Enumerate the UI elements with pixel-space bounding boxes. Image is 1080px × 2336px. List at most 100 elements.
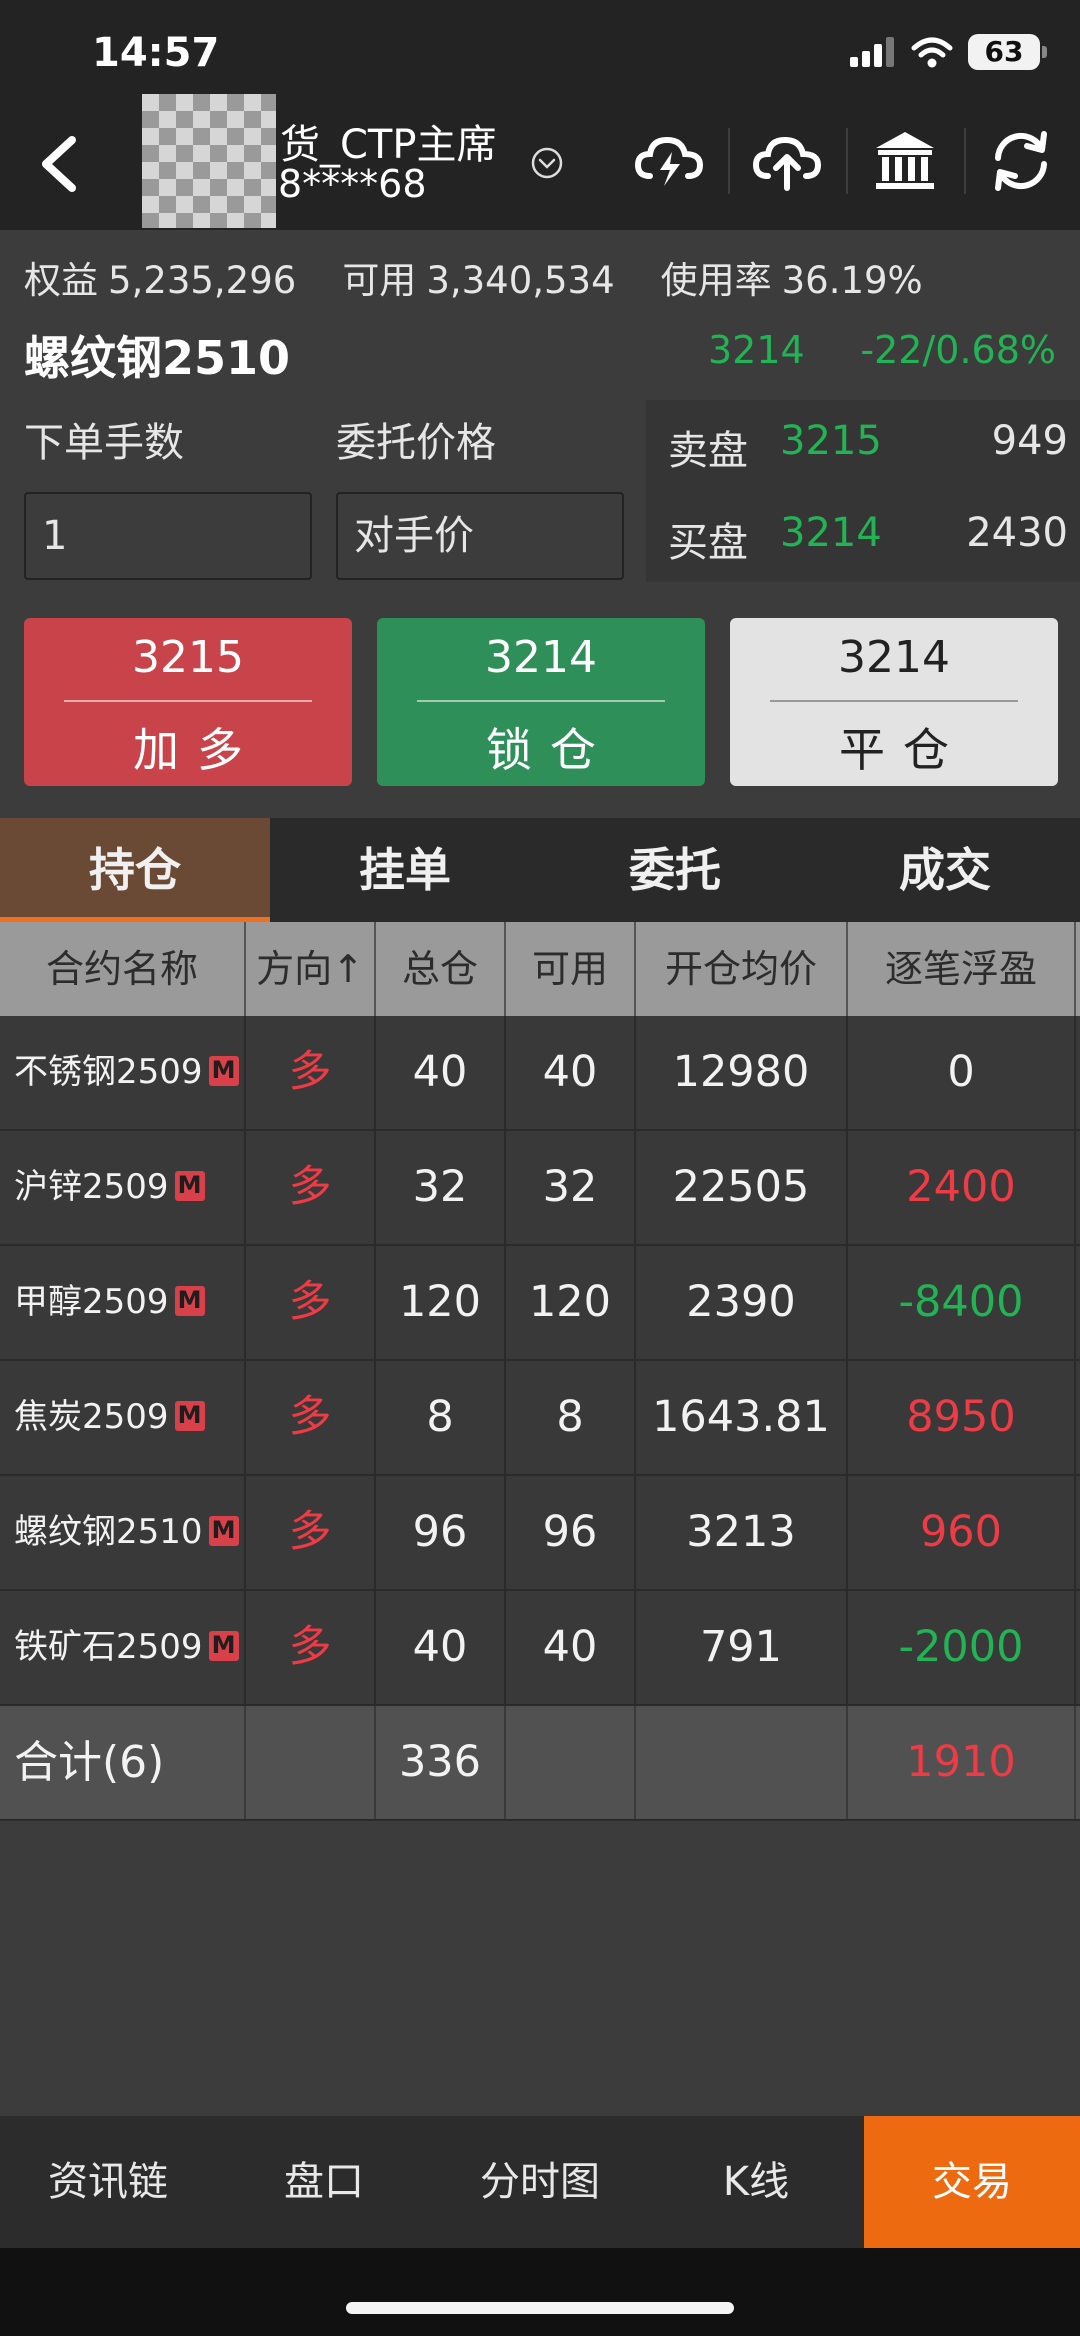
total-positions: 336 bbox=[376, 1706, 506, 1819]
tab-pending[interactable]: 挂单 bbox=[270, 818, 540, 922]
table-row[interactable]: 铁矿石2509 M 多 40 40 791 -2000 bbox=[0, 1591, 1080, 1706]
table-row[interactable]: 螺纹钢2510 M 多 96 96 3213 960 bbox=[0, 1476, 1080, 1591]
row-direction: 多 bbox=[246, 1476, 376, 1589]
m-badge: M bbox=[174, 1285, 205, 1316]
header-available[interactable]: 可用 bbox=[506, 922, 636, 1016]
account-number[interactable]: 8****68 bbox=[278, 162, 427, 206]
contract-label: 不锈钢2509 bbox=[14, 1052, 203, 1092]
tab-orders[interactable]: 委托 bbox=[540, 818, 810, 922]
usage-value: 36.19% bbox=[781, 259, 923, 302]
tab-bar: 持仓 挂单 委托 成交 bbox=[0, 818, 1080, 922]
lock-position-button[interactable]: 3214 锁仓 bbox=[377, 618, 705, 786]
total-available bbox=[506, 1706, 636, 1819]
refresh-icon[interactable] bbox=[986, 126, 1056, 196]
row-total: 40 bbox=[376, 1016, 506, 1129]
total-label: 合计(6) bbox=[0, 1706, 246, 1819]
price-type-input[interactable]: 对手价 bbox=[336, 492, 624, 580]
bid-row: 买盘 3214 2430 bbox=[668, 510, 1068, 570]
signal-icon bbox=[850, 37, 894, 67]
button-price: 3215 bbox=[132, 632, 244, 683]
header-total[interactable]: 总仓 bbox=[376, 922, 506, 1016]
row-total: 8 bbox=[376, 1361, 506, 1474]
header-pnl[interactable]: 逐笔浮盈 bbox=[848, 922, 1076, 1016]
header-avg-price[interactable]: 开仓均价 bbox=[636, 922, 848, 1016]
row-pnl: 960 bbox=[848, 1476, 1076, 1589]
nav-timeshare[interactable]: 分时图 bbox=[432, 2116, 648, 2248]
row-pnl: 8950 bbox=[848, 1361, 1076, 1474]
row-pnl: -8400 bbox=[848, 1246, 1076, 1359]
tab-trades[interactable]: 成交 bbox=[810, 818, 1080, 922]
row-contract: 沪锌2509 M bbox=[0, 1131, 246, 1244]
ask-price: 3215 bbox=[780, 418, 882, 464]
contract-label: 甲醇2509 bbox=[14, 1282, 169, 1322]
row-contract: 螺纹钢2510 M bbox=[0, 1476, 246, 1589]
avatar bbox=[142, 94, 276, 228]
row-total: 96 bbox=[376, 1476, 506, 1589]
back-arrow-icon[interactable] bbox=[30, 132, 90, 196]
header-contract[interactable]: 合约名称 bbox=[0, 922, 246, 1016]
bid-price: 3214 bbox=[780, 510, 882, 556]
home-strip bbox=[0, 2248, 1080, 2336]
row-direction: 多 bbox=[246, 1016, 376, 1129]
nav-trade[interactable]: 交易 bbox=[864, 2116, 1080, 2248]
row-total: 32 bbox=[376, 1131, 506, 1244]
total-row: 合计(6) 336 1910 bbox=[0, 1706, 1080, 1821]
row-available: 120 bbox=[506, 1246, 636, 1359]
button-label: 锁仓 bbox=[486, 723, 614, 777]
bank-icon[interactable] bbox=[870, 126, 940, 196]
tab-positions[interactable]: 持仓 bbox=[0, 818, 270, 922]
usage-label: 使用率 bbox=[660, 259, 772, 302]
table-row[interactable]: 甲醇2509 M 多 120 120 2390 -8400 bbox=[0, 1246, 1080, 1361]
contract-name[interactable]: 螺纹钢2510 bbox=[24, 322, 290, 388]
row-total: 120 bbox=[376, 1246, 506, 1359]
button-price: 3214 bbox=[485, 632, 597, 683]
row-avg-price: 12980 bbox=[636, 1016, 848, 1129]
quantity-label: 下单手数 bbox=[24, 420, 184, 466]
m-badge: M bbox=[174, 1400, 205, 1431]
row-total: 40 bbox=[376, 1591, 506, 1704]
table-row[interactable]: 不锈钢2509 M 多 40 40 12980 0 bbox=[0, 1016, 1080, 1131]
nav-news[interactable]: 资讯链 bbox=[0, 2116, 216, 2248]
bid-volume: 2430 bbox=[966, 510, 1068, 556]
row-contract: 不锈钢2509 M bbox=[0, 1016, 246, 1129]
account-summary: 权益 5,235,296 可用 3,340,534 使用率 36.19% 螺纹钢2510 … bbox=[0, 230, 1080, 400]
row-available: 40 bbox=[506, 1591, 636, 1704]
close-position-button[interactable]: 3214 平仓 bbox=[730, 618, 1058, 786]
ask-label: 卖盘 bbox=[668, 428, 748, 474]
row-available: 96 bbox=[506, 1476, 636, 1589]
cloud-upload-icon[interactable] bbox=[752, 126, 822, 196]
chevron-down-icon[interactable] bbox=[530, 146, 564, 180]
row-pnl: 0 bbox=[848, 1016, 1076, 1129]
cloud-lightning-icon[interactable] bbox=[634, 126, 704, 196]
row-direction: 多 bbox=[246, 1361, 376, 1474]
bottom-nav: 资讯链 盘口 分时图 K线 交易 bbox=[0, 2116, 1080, 2248]
total-pnl: 1910 bbox=[848, 1706, 1076, 1819]
total-avg-price bbox=[636, 1706, 848, 1819]
row-avg-price: 2390 bbox=[636, 1246, 848, 1359]
row-available: 32 bbox=[506, 1131, 636, 1244]
nav-orderbook[interactable]: 盘口 bbox=[216, 2116, 432, 2248]
table-row[interactable]: 焦炭2509 M 多 8 8 1643.81 8950 bbox=[0, 1361, 1080, 1476]
button-divider bbox=[417, 700, 665, 702]
nav-kline[interactable]: K线 bbox=[648, 2116, 864, 2248]
header-direction[interactable]: 方向↑ bbox=[246, 922, 376, 1016]
table-row[interactable]: 沪锌2509 M 多 32 32 22505 2400 bbox=[0, 1131, 1080, 1246]
row-direction: 多 bbox=[246, 1246, 376, 1359]
header-divider bbox=[846, 128, 848, 194]
contract-label: 螺纹钢2510 bbox=[14, 1512, 203, 1552]
contract-label: 焦炭2509 bbox=[14, 1397, 169, 1437]
summary-row: 权益 5,235,296 可用 3,340,534 使用率 36.19% bbox=[24, 250, 933, 304]
quantity-input[interactable]: 1 bbox=[24, 492, 312, 580]
status-time: 14:57 bbox=[92, 30, 220, 76]
add-long-button[interactable]: 3215 加多 bbox=[24, 618, 352, 786]
row-avg-price: 1643.81 bbox=[636, 1361, 848, 1474]
button-label: 加多 bbox=[133, 723, 261, 777]
price-type-label: 委托价格 bbox=[336, 420, 496, 466]
row-contract: 甲醇2509 M bbox=[0, 1246, 246, 1359]
button-divider bbox=[770, 700, 1018, 702]
available-label: 可用 bbox=[342, 259, 417, 302]
row-available: 8 bbox=[506, 1361, 636, 1474]
row-direction: 多 bbox=[246, 1591, 376, 1704]
home-indicator[interactable] bbox=[346, 2302, 734, 2314]
row-avg-price: 22505 bbox=[636, 1131, 848, 1244]
